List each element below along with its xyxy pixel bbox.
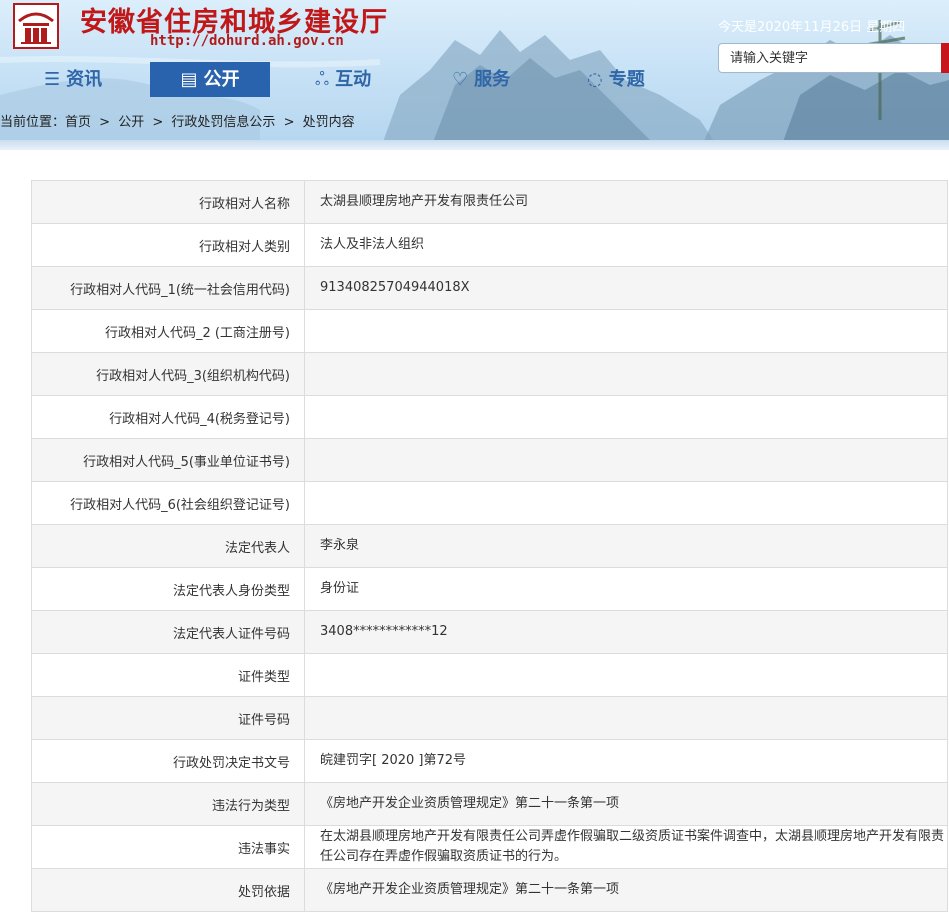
news-icon: ☰ (44, 69, 61, 90)
field-label: 行政相对人代码_3(组织机构代码) (31, 352, 305, 396)
main-nav: ☰ 资讯 ▤ 公开 ஃ 互动 ♡ 服务 ◌ 专题 (0, 62, 700, 97)
field-value (304, 352, 948, 396)
field-value: 皖建罚字[ 2020 ]第72号 (304, 739, 948, 783)
table-row: 法定代表人身份类型 身份证 (31, 567, 948, 611)
book-icon: ▤ (180, 69, 198, 90)
field-value: 李永泉 (304, 524, 948, 568)
breadcrumb-public[interactable]: 公开 (118, 115, 144, 130)
table-row: 行政相对人代码_4(税务登记号) (31, 395, 948, 439)
site-url[interactable]: http://dohurd.ah.gov.cn (150, 33, 344, 49)
field-value (304, 309, 948, 353)
breadcrumb-home[interactable]: 首页 (65, 115, 91, 130)
field-label: 行政相对人代码_1(统一社会信用代码) (31, 266, 305, 310)
field-label: 处罚依据 (31, 868, 305, 912)
table-row: 违法行为类型 《房地产开发企业资质管理规定》第二十一条第一项 (31, 782, 948, 826)
field-value (304, 395, 948, 439)
field-label: 法定代表人 (31, 524, 305, 568)
field-label: 违法行为类型 (31, 782, 305, 826)
table-row: 违法事实 在太湖县顺理房地产开发有限责任公司弄虚作假骗取二级资质证书案件调查中，太… (31, 825, 948, 869)
table-row: 行政处罚决定书文号 皖建罚字[ 2020 ]第72号 (31, 739, 948, 783)
field-label: 行政相对人代码_5(事业单位证书号) (31, 438, 305, 482)
field-value: 《房地产开发企业资质管理规定》第二十一条第一项 (304, 782, 948, 826)
field-label: 法定代表人证件号码 (31, 610, 305, 654)
field-label: 行政相对人类别 (31, 223, 305, 267)
nav-label: 专题 (608, 69, 645, 90)
field-label: 法定代表人身份类型 (31, 567, 305, 611)
breadcrumb-separator: > (152, 115, 164, 130)
field-value: 太湖县顺理房地产开发有限责任公司 (304, 180, 948, 224)
interact-icon: ஃ (315, 69, 330, 90)
field-value: 《房地产开发企业资质管理规定》第二十一条第一项 (304, 868, 948, 912)
site-header: 安徽省住房和城乡建设厅 http://dohurd.ah.gov.cn 今天是2… (0, 0, 949, 150)
header-bottom-band (0, 140, 949, 150)
table-row: 行政相对人代码_6(社会组织登记证号) (31, 481, 948, 525)
table-row: 行政相对人名称 太湖县顺理房地产开发有限责任公司 (31, 180, 948, 224)
nav-item-news[interactable]: ☰ 资讯 (44, 62, 102, 97)
search-button[interactable] (941, 43, 949, 73)
search-box (718, 43, 949, 73)
nav-item-service[interactable]: ♡ 服务 (452, 62, 510, 97)
table-row: 行政相对人代码_5(事业单位证书号) (31, 438, 948, 482)
building-logo-icon (18, 12, 54, 44)
field-value: 91340825704944018X (304, 266, 948, 310)
nav-item-interaction[interactable]: ஃ 互动 (315, 62, 371, 97)
heart-icon: ♡ (452, 69, 469, 90)
field-label: 证件类型 (31, 653, 305, 697)
table-row: 行政相对人类别 法人及非法人组织 (31, 223, 948, 267)
table-row: 证件号码 (31, 696, 948, 740)
field-label: 行政相对人代码_2 (工商注册号) (31, 309, 305, 353)
field-label: 违法事实 (31, 825, 305, 869)
chat-bubble-icon: ◌ (587, 69, 603, 90)
field-value (304, 696, 948, 740)
site-logo[interactable] (13, 3, 59, 49)
breadcrumb-prefix: 当前位置： (0, 115, 66, 130)
breadcrumb: 当前位置：首页 > 公开 > 行政处罚信息公示 > 处罚内容 (0, 111, 359, 130)
nav-label: 资讯 (66, 69, 103, 90)
nav-label: 公开 (203, 69, 240, 90)
search-input[interactable] (728, 44, 932, 72)
table-row: 法定代表人 李永泉 (31, 524, 948, 568)
field-label: 行政相对人代码_6(社会组织登记证号) (31, 481, 305, 525)
field-value: 法人及非法人组织 (304, 223, 948, 267)
penalty-info-table: 行政相对人名称 太湖县顺理房地产开发有限责任公司 行政相对人类别 法人及非法人组织 行政… (31, 180, 948, 912)
breadcrumb-penalty-content: 处罚内容 (302, 115, 355, 130)
breadcrumb-separator: > (99, 115, 111, 130)
nav-item-topics[interactable]: ◌ 专题 (587, 62, 645, 97)
field-label: 行政处罚决定书文号 (31, 739, 305, 783)
table-row: 行政相对人代码_1(统一社会信用代码) 91340825704944018X (31, 266, 948, 310)
table-row: 证件类型 (31, 653, 948, 697)
field-label: 证件号码 (31, 696, 305, 740)
current-date: 今天是2020年11月26日 星期四 (718, 20, 906, 35)
nav-label: 互动 (335, 69, 372, 90)
nav-label: 服务 (474, 69, 511, 90)
breadcrumb-separator: > (283, 115, 295, 130)
field-value (304, 653, 948, 697)
field-label: 行政相对人代码_4(税务登记号) (31, 395, 305, 439)
field-value: 身份证 (304, 567, 948, 611)
field-value: 在太湖县顺理房地产开发有限责任公司弄虚作假骗取二级资质证书案件调查中，太湖县顺理… (304, 825, 948, 869)
table-row: 行政相对人代码_2 (工商注册号) (31, 309, 948, 353)
field-value: 3408************12 (304, 610, 948, 654)
field-label: 行政相对人名称 (31, 180, 305, 224)
table-row: 行政相对人代码_3(组织机构代码) (31, 352, 948, 396)
breadcrumb-penalty-info[interactable]: 行政处罚信息公示 (171, 115, 275, 130)
field-value (304, 438, 948, 482)
table-row: 法定代表人证件号码 3408************12 (31, 610, 948, 654)
table-row: 处罚依据 《房地产开发企业资质管理规定》第二十一条第一项 (31, 868, 948, 912)
nav-item-public[interactable]: ▤ 公开 (150, 62, 270, 97)
field-value (304, 481, 948, 525)
